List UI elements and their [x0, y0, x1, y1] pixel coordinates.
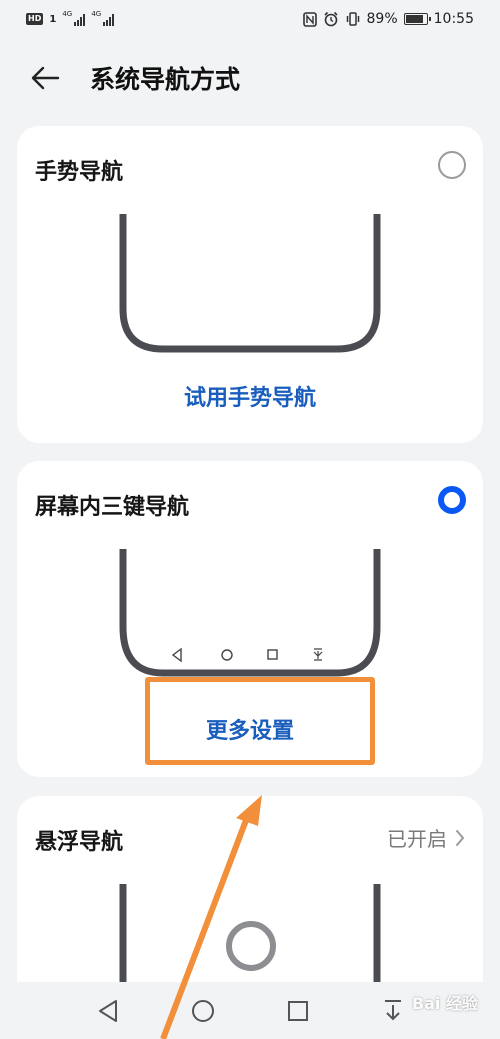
- title-bar: 系统导航方式: [0, 50, 500, 106]
- floating-phone-illustration: [119, 884, 381, 994]
- page-title: 系统导航方式: [90, 65, 241, 94]
- nav-notification-button[interactable]: [373, 991, 413, 1031]
- alarm-icon: [323, 11, 338, 27]
- nav-back-button[interactable]: [88, 991, 128, 1031]
- status-right: 89% 10:55: [302, 11, 474, 27]
- chevron-right-icon: [456, 829, 465, 846]
- three-key-navigation-radio[interactable]: [438, 486, 466, 514]
- square-recent-icon: [287, 1000, 308, 1021]
- battery-percent: 89%: [366, 11, 398, 27]
- circle-home-icon: [191, 999, 214, 1022]
- floating-navigation-status-text: 已开启: [387, 827, 447, 851]
- gesture-navigation-card[interactable]: 手势导航 试用手势导航: [17, 126, 483, 443]
- sim-index: 1: [49, 13, 57, 25]
- back-button[interactable]: [30, 58, 80, 98]
- gesture-navigation-radio[interactable]: [438, 151, 466, 179]
- mini-back-icon: [171, 647, 182, 663]
- network-type-2: 4G: [91, 10, 102, 18]
- clock: 10:55: [433, 11, 474, 27]
- try-gesture-navigation-link[interactable]: 试用手势导航: [17, 380, 483, 412]
- back-arrow-icon: [31, 66, 60, 90]
- mini-recent-icon: [267, 649, 278, 660]
- nav-recent-button[interactable]: [278, 991, 318, 1031]
- floating-button-icon: [226, 921, 276, 971]
- three-key-navigation-title: 屏幕内三键导航: [35, 495, 190, 520]
- three-key-navigation-card[interactable]: 屏幕内三键导航 更多设置: [17, 461, 483, 777]
- pull-down-icon: [384, 999, 401, 1020]
- nfc-icon: [302, 11, 317, 27]
- gesture-phone-illustration: [119, 214, 381, 353]
- floating-navigation-status[interactable]: 已开启: [387, 823, 465, 852]
- battery-icon: [403, 13, 431, 25]
- vibrate-icon: [346, 12, 359, 26]
- gesture-navigation-title: 手势导航: [35, 160, 124, 185]
- triangle-back-icon: [98, 999, 117, 1022]
- more-settings-link[interactable]: 更多设置: [17, 713, 483, 745]
- signal-icon-1: 4G: [62, 10, 86, 26]
- three-key-phone-illustration: [119, 549, 381, 677]
- network-type-1: 4G: [62, 10, 73, 18]
- status-bar: HD 1 4G 4G 89% 10:55: [0, 0, 500, 38]
- watermark-logo: Bai 经验: [411, 994, 478, 1013]
- hd-badge: HD: [26, 13, 44, 25]
- nav-home-button[interactable]: [183, 991, 223, 1031]
- mini-home-icon: [221, 649, 233, 661]
- floating-navigation-title: 悬浮导航: [35, 830, 124, 855]
- status-left: HD 1 4G 4G: [26, 10, 115, 26]
- signal-icon-2: 4G: [91, 10, 115, 26]
- mini-notification-icon: [313, 648, 323, 661]
